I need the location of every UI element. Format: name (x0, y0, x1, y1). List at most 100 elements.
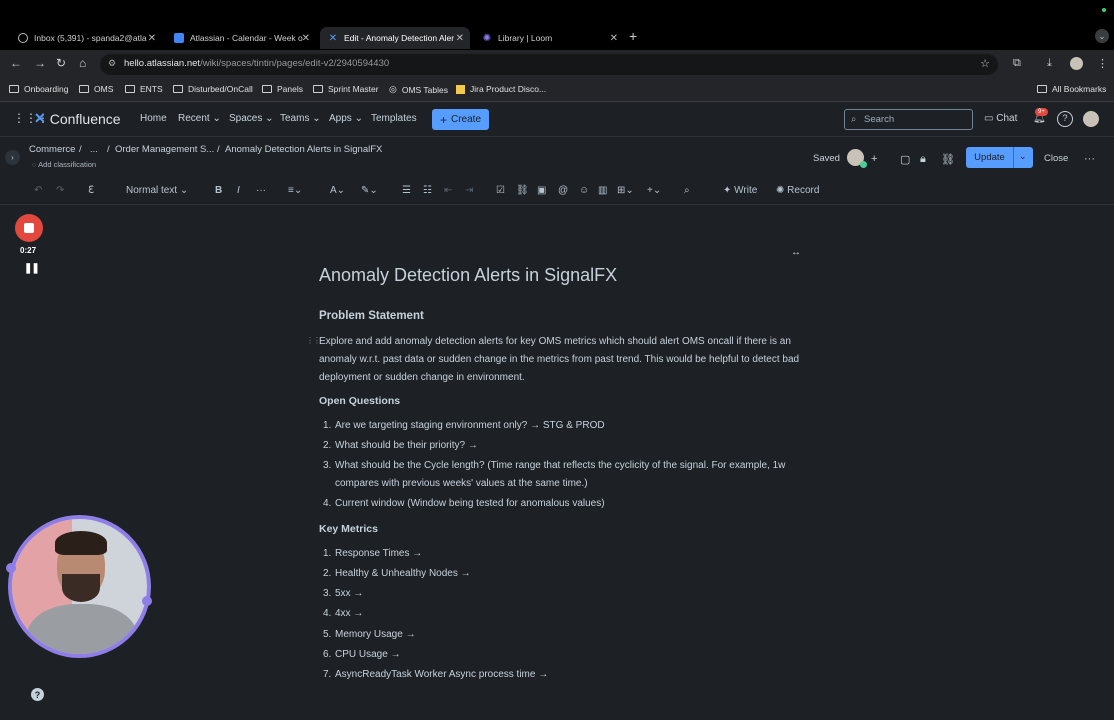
create-button[interactable]: + Create (432, 109, 489, 130)
all-bookmarks[interactable]: All Bookmarks (1037, 84, 1106, 94)
table-icon[interactable]: ⊞⌄ (617, 185, 634, 196)
page-title[interactable]: Anomaly Detection Alerts in SignalFX (319, 265, 617, 286)
heading-problem-statement[interactable]: Problem Statement (319, 310, 424, 322)
list-item[interactable]: 1. Response Times → (323, 545, 813, 563)
bookmark-sprint-master[interactable]: Sprint Master (313, 84, 379, 94)
emoji-icon[interactable]: ☺ (579, 185, 589, 196)
download-icon[interactable]: ⤓ (1047, 57, 1052, 70)
write-button[interactable]: ✦ Write (723, 185, 757, 196)
expand-width-icon[interactable]: ↔ (791, 247, 801, 258)
undo-icon[interactable]: ↶ (34, 185, 42, 196)
numbered-list-icon[interactable]: ☷ (423, 185, 432, 196)
heading-key-metrics[interactable]: Key Metrics (319, 523, 378, 535)
bookmark-star-icon[interactable]: ☆ (980, 57, 990, 70)
list-item[interactable]: 6. CPU Usage → (323, 646, 813, 664)
tab-calendar[interactable]: Atlassian - Calendar - Week o ✕ (166, 27, 316, 49)
close-icon[interactable]: ✕ (610, 33, 618, 44)
text-style-select[interactable]: Normal text ⌄ (126, 185, 188, 196)
problem-paragraph[interactable]: Explore and add anomaly detection alerts… (319, 333, 819, 387)
text-color-icon[interactable]: A⌄ (330, 185, 345, 196)
mention-icon[interactable]: @ (558, 185, 568, 196)
layout-icon[interactable]: ▥ (598, 185, 607, 196)
indent-icon[interactable]: ⇥ (465, 185, 473, 196)
new-tab-icon[interactable]: + (629, 28, 637, 44)
home-icon[interactable]: ⌂ (79, 56, 86, 70)
image-icon[interactable]: ▣ (537, 185, 546, 196)
task-icon[interactable]: ☑ (496, 185, 505, 196)
bookmark-panels[interactable]: Panels (262, 84, 303, 94)
highlight-icon[interactable]: ✎⌄ (361, 185, 378, 196)
extensions-icon[interactable]: ⧉ (1013, 57, 1021, 70)
list-item[interactable]: 4. Current window (Window being tested fo… (323, 495, 813, 513)
restrictions-icon[interactable]: 🔒︎ (920, 153, 926, 166)
menu-icon[interactable]: ⋮ (1097, 57, 1108, 70)
comment-icon[interactable]: ▢ (900, 153, 910, 166)
close-icon[interactable]: ✕ (456, 33, 464, 44)
breadcrumb-order-management[interactable]: Order Management S... (115, 144, 214, 155)
camera-resize-handle[interactable] (142, 596, 152, 606)
list-item[interactable]: 5. Memory Usage → (323, 626, 813, 644)
nav-home[interactable]: Home (140, 113, 167, 124)
invite-icon[interactable]: + (871, 153, 877, 165)
list-item[interactable]: 7. AsyncReadyTask Worker Async process ti… (323, 666, 813, 684)
forward-icon[interactable]: → (34, 56, 46, 70)
help-icon[interactable]: ? (1057, 111, 1073, 127)
bookmark-oms-tables[interactable]: ◎ OMS Tables (389, 84, 448, 95)
italic-icon[interactable]: I (237, 185, 240, 196)
search-input[interactable]: ⌕ Search (844, 109, 973, 130)
bookmark-onboarding[interactable]: Onboarding (9, 84, 68, 94)
help-icon[interactable]: ? (31, 688, 44, 701)
more-actions-icon[interactable]: ··· (1084, 153, 1095, 165)
sidebar-toggle-icon[interactable]: › (5, 150, 20, 165)
tab-search-icon[interactable]: ⌄ (1095, 29, 1109, 43)
list-item[interactable]: 4. 4xx → (323, 605, 813, 623)
bookmark-disturbed[interactable]: Disturbed/OnCall (173, 84, 253, 94)
breadcrumb-ellipsis[interactable]: ... (90, 144, 98, 155)
list-item[interactable]: 3. 5xx → (323, 585, 813, 603)
chat-button[interactable]: ▭ Chat (984, 113, 1017, 124)
camera-bubble[interactable] (8, 515, 151, 658)
nav-templates[interactable]: Templates (371, 113, 417, 124)
record-button[interactable]: ✺ Record (776, 185, 819, 196)
back-icon[interactable]: ← (10, 56, 22, 70)
user-avatar[interactable] (1083, 111, 1099, 127)
more-format-icon[interactable]: ··· (256, 185, 266, 196)
drag-handle-icon[interactable]: ⋮⋮ (306, 336, 321, 345)
align-icon[interactable]: ≡⌄ (288, 185, 302, 196)
close-icon[interactable]: ✕ (302, 33, 310, 44)
tab-confluence-edit[interactable]: ✕ Edit - Anomaly Detection Aler ✕ (320, 27, 470, 49)
bookmark-jira[interactable]: Jira Product Disco... (456, 84, 546, 94)
nav-apps[interactable]: Apps ⌄ (329, 113, 363, 124)
site-info-icon[interactable]: ⚙ (108, 58, 116, 69)
list-item[interactable]: 2. What should be their priority? → (323, 437, 813, 455)
redo-icon[interactable]: ↷ (56, 185, 64, 196)
bookmark-oms[interactable]: OMS (79, 84, 113, 94)
insert-icon[interactable]: +⌄ (647, 185, 661, 196)
link-insert-icon[interactable]: ⛓︎ (516, 185, 529, 196)
breadcrumb-current-page[interactable]: Anomaly Detection Alerts in SignalFX (225, 144, 382, 155)
reload-icon[interactable]: ↻ (56, 56, 66, 70)
bullet-list-icon[interactable]: ☰ (402, 185, 411, 196)
breadcrumb-commerce[interactable]: Commerce (29, 144, 75, 155)
stop-recording-button[interactable] (15, 214, 43, 242)
close-button[interactable]: Close (1044, 153, 1068, 164)
list-item[interactable]: 2. Healthy & Unhealthy Nodes → (323, 565, 813, 583)
chevron-down-icon[interactable]: ⌄ (1019, 151, 1027, 162)
find-icon[interactable]: ⌕ (684, 185, 690, 196)
nav-spaces[interactable]: Spaces ⌄ (229, 113, 274, 124)
nav-recent[interactable]: Recent ⌄ (178, 113, 221, 124)
camera-resize-handle[interactable] (6, 563, 16, 573)
close-icon[interactable]: ✕ (148, 33, 156, 44)
tab-inbox[interactable]: Inbox (5,391) - spanda2@atla ✕ (10, 27, 162, 49)
pause-icon[interactable]: ❚❚ (24, 263, 40, 274)
add-classification-button[interactable]: ◌ Add classification (32, 160, 96, 169)
update-button[interactable]: Update ⌄ (966, 147, 1033, 168)
outdent-icon[interactable]: ⇤ (444, 185, 452, 196)
tab-loom[interactable]: ✺ Library | Loom ✕ (474, 27, 624, 49)
nav-teams[interactable]: Teams ⌄ (280, 113, 321, 124)
ai-format-icon[interactable]: Ꜫ (88, 185, 94, 196)
list-item[interactable]: 1. Are we targeting staging environment o… (323, 417, 813, 435)
heading-open-questions[interactable]: Open Questions (319, 395, 400, 407)
profile-avatar[interactable] (1070, 57, 1083, 70)
bold-icon[interactable]: B (215, 185, 222, 196)
